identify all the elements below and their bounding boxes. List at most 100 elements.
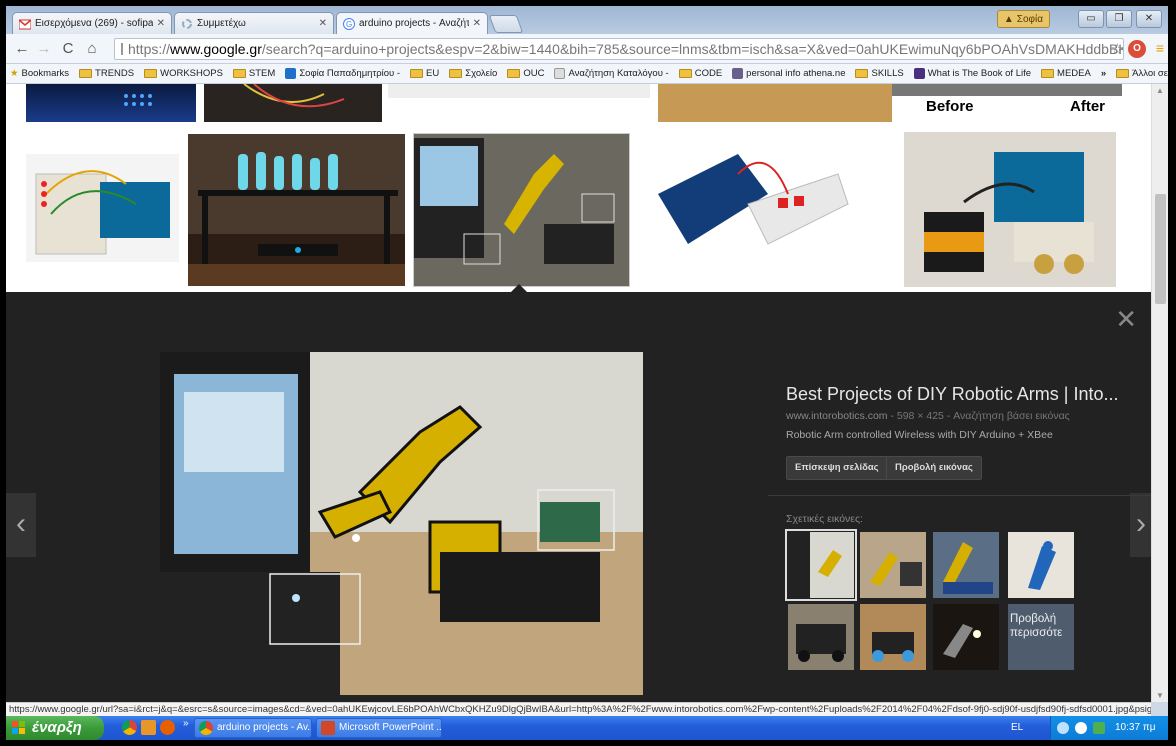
related-blue-arm-picture — [1008, 532, 1074, 598]
bookmark-bookmarks[interactable]: ★ Bookmarks — [10, 68, 69, 79]
page-scrollbar[interactable]: ▲ ▼ — [1151, 84, 1168, 702]
taskbar-chrome-window[interactable]: arduino projects - Av... — [194, 718, 312, 738]
start-button[interactable]: έναρξη — [6, 716, 104, 740]
result-image-wood[interactable] — [658, 84, 892, 122]
view-more-label[interactable]: Προβολή περισσότε — [1010, 612, 1076, 640]
windows-flag-icon — [12, 721, 25, 734]
bookmark-book-of-life[interactable]: What is The Book of Life — [913, 68, 1031, 79]
toolbar: ← → C ⌂ https://www.google.gr/search?q=a… — [6, 34, 1168, 64]
bookmark-stem[interactable]: STEM — [232, 68, 275, 79]
quicklaunch-overflow-icon[interactable]: » — [183, 718, 189, 729]
tab-arduino-search[interactable]: G arduino projects - Αναζήτηση ✕ — [336, 12, 488, 34]
bookmark-eu[interactable]: EU — [410, 68, 439, 79]
next-image-button[interactable]: › — [1130, 493, 1151, 557]
bookmark-medea[interactable]: MEDEA — [1041, 68, 1091, 79]
result-image-breadboard-arduino[interactable] — [26, 154, 179, 262]
close-icon[interactable]: ✕ — [473, 18, 481, 29]
taskbar-powerpoint-window[interactable]: Microsoft PowerPoint ... — [316, 718, 442, 738]
related-image-blue-arm[interactable] — [1008, 532, 1074, 598]
browser-window: Εισερχόμενα (269) - sofipap ✕ Συμμετέχω … — [6, 6, 1168, 740]
bookmark-other[interactable]: Άλλοι σελιδοδείκτες — [1116, 68, 1168, 79]
result-image-robotic-arm-selected[interactable] — [413, 133, 630, 287]
breadboard-arduino-picture — [35, 170, 170, 255]
bookmark-personal-info[interactable]: personal info athena.ne — [732, 68, 845, 79]
related-arm-desk-picture — [860, 532, 926, 598]
image-preview-panel: ‹ › ✕ Best Projects of DIY Robotic Arms … — [6, 284, 1151, 702]
result-image-nixie-tubes[interactable] — [188, 134, 405, 286]
scrollbar-thumb[interactable] — [1155, 194, 1166, 304]
forward-button[interactable]: → — [34, 40, 54, 58]
related-night-robot-picture — [933, 604, 999, 670]
scroll-up-icon[interactable]: ▲ — [1156, 86, 1164, 95]
bookmark-catalog-search[interactable]: Αναζήτηση Καταλόγου - — [554, 68, 669, 79]
clock[interactable]: 10:37 πμ — [1115, 716, 1155, 740]
related-image-arm-blue[interactable] — [933, 532, 999, 598]
result-image-battery-arduino[interactable] — [904, 132, 1116, 287]
result-image-board[interactable] — [388, 84, 650, 98]
language-indicator[interactable]: EL — [1011, 716, 1023, 740]
related-robot-car-picture — [860, 604, 926, 670]
new-tab-button[interactable] — [488, 15, 524, 33]
scroll-down-icon[interactable]: ▼ — [1156, 691, 1164, 700]
tab-participate[interactable]: Συμμετέχω ✕ — [174, 12, 334, 34]
related-image-robotic-arm[interactable] — [785, 529, 857, 601]
bookmark-workshops[interactable]: WORKSHOPS — [144, 68, 223, 79]
related-image-night-robot[interactable] — [933, 604, 999, 670]
previous-image-button[interactable]: ‹ — [6, 493, 36, 557]
preview-source-link[interactable]: www.intorobotics.com — [786, 410, 888, 422]
bookmarks-bar: ★ Bookmarks TRENDS WORKSHOPS STEM Σοφία Π… — [6, 64, 1168, 84]
office-icon[interactable] — [141, 720, 156, 735]
security-icon[interactable] — [1093, 722, 1105, 734]
firefox-icon[interactable] — [160, 720, 175, 735]
robotic-arm-picture — [414, 134, 629, 286]
preview-meta: www.intorobotics.com - 598 × 425 - Αναζή… — [786, 410, 1070, 422]
home-icon[interactable]: ⌂ — [82, 40, 102, 58]
arduino-shield-picture — [658, 154, 849, 245]
close-window-button[interactable]: ✕ — [1136, 10, 1162, 28]
view-image-button[interactable]: Προβολή εικόνας — [886, 456, 982, 480]
outlook-icon — [285, 68, 297, 79]
profile-button[interactable]: ▲ Σοφία — [996, 10, 1050, 28]
minimize-button[interactable]: ▭ — [1078, 10, 1104, 28]
bookmark-skills[interactable]: SKILLS — [855, 68, 904, 79]
result-image-led-matrix[interactable] — [26, 84, 196, 122]
result-image-wires[interactable] — [204, 84, 382, 122]
preview-image[interactable] — [160, 352, 643, 695]
warning-icon: ▲ — [1003, 13, 1014, 25]
star-icon: ★ — [10, 68, 19, 79]
preview-title[interactable]: Best Projects of DIY Robotic Arms | Into… — [786, 384, 1136, 405]
reload-button[interactable]: C — [58, 40, 78, 58]
bookmark-star-icon[interactable]: ☆ — [1111, 40, 1124, 58]
bookmark-overflow[interactable]: » — [1101, 68, 1106, 79]
bookmark-outlook[interactable]: Σοφία Παπαδημητρίου - — [285, 68, 400, 79]
related-image-arm-desk[interactable] — [860, 532, 926, 598]
visit-page-button[interactable]: Επίσκεψη σελίδας — [786, 456, 888, 480]
loading-icon — [182, 18, 192, 29]
bookmark-school[interactable]: Σχολείο — [449, 68, 497, 79]
bookmark-ouc[interactable]: OUC — [507, 68, 544, 79]
menu-icon[interactable]: ≡ — [1156, 40, 1164, 56]
related-image-robot-car[interactable] — [860, 604, 926, 670]
folder-icon — [855, 69, 869, 78]
close-preview-button[interactable]: ✕ — [1115, 306, 1137, 332]
related-image-rover[interactable] — [788, 604, 854, 670]
extension-icon[interactable]: O — [1128, 40, 1146, 58]
preview-description: Robotic Arm controlled Wireless with DIY… — [786, 429, 1053, 441]
battery-arduino-picture — [924, 152, 1094, 274]
result-image-arduino-shield[interactable] — [638, 134, 858, 282]
image-results: Before After ‹ › ✕ Best Projects of DIY … — [6, 84, 1151, 702]
close-icon[interactable]: ✕ — [157, 18, 165, 29]
maximize-button[interactable]: ❐ — [1106, 10, 1132, 28]
close-icon[interactable]: ✕ — [319, 18, 327, 29]
back-button[interactable]: ← — [12, 40, 32, 58]
gmail-icon — [19, 18, 31, 29]
svg-text:G: G — [346, 20, 352, 29]
bookmark-code[interactable]: CODE — [678, 68, 722, 79]
chrome-icon[interactable] — [122, 720, 137, 735]
volume-icon[interactable] — [1075, 722, 1087, 734]
network-icon[interactable] — [1057, 722, 1069, 734]
nixie-tubes-picture — [188, 134, 405, 286]
bookmark-trends[interactable]: TRENDS — [79, 68, 134, 79]
address-bar[interactable]: https://www.google.gr/search?q=arduino+p… — [114, 38, 1124, 60]
tab-gmail[interactable]: Εισερχόμενα (269) - sofipap ✕ — [12, 12, 172, 34]
